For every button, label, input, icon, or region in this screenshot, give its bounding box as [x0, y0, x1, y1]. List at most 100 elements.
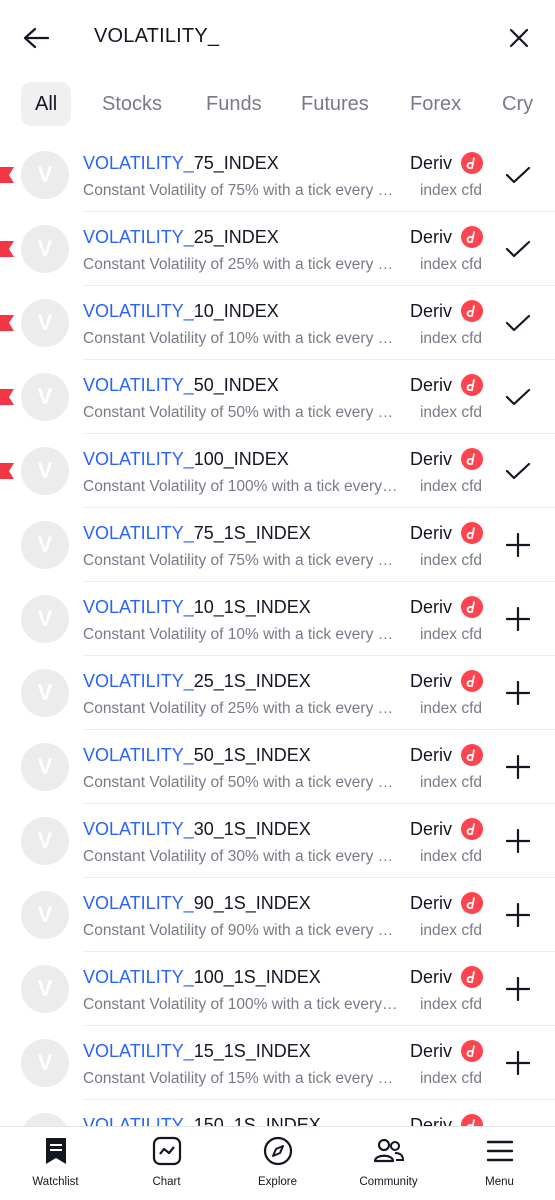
add-to-watchlist-button[interactable] [501, 528, 535, 562]
added-check-button[interactable] [501, 454, 535, 488]
nav-chart[interactable]: Chart [111, 1127, 222, 1200]
result-row[interactable]: VVOLATILITY_150_1S_INDEXDeriv [0, 1100, 555, 1128]
exchange-name: Deriv [410, 671, 453, 691]
symbol-type: index cfd [419, 1070, 482, 1087]
result-row[interactable]: V VOLATILITY_10_1S_INDEX Constant Volatili… [0, 582, 555, 656]
exchange-name: Deriv [410, 597, 453, 617]
nav-label: Menu [485, 1176, 514, 1188]
added-check-button[interactable] [501, 158, 535, 192]
symbol-rest: 25_INDEX [193, 227, 279, 247]
nav-watchlist[interactable]: Watchlist [0, 1127, 111, 1200]
symbol-match: VOLATILITY_ [83, 893, 194, 913]
tab-futures[interactable]: Futures [287, 82, 383, 126]
symbol-match: VOLATILITY_ [83, 819, 194, 839]
add-to-watchlist-button[interactable] [501, 824, 535, 858]
symbol-match: VOLATILITY_ [83, 967, 194, 987]
result-row[interactable]: V VOLATILITY_50_INDEX Constant Volatility … [0, 360, 555, 434]
deriv-logo-icon [461, 1040, 483, 1062]
symbol-rest: 30_1S_INDEX [193, 819, 311, 839]
tab-funds[interactable]: Funds [192, 82, 276, 126]
search-header: VOLATILITY_ [0, 0, 555, 76]
chart-icon [151, 1135, 183, 1167]
symbol-type: index cfd [419, 996, 482, 1013]
symbol-name: VOLATILITY_100_INDEX [83, 449, 289, 470]
added-check-button[interactable] [501, 380, 535, 414]
flag-icon[interactable] [0, 463, 14, 479]
exchange-name: Deriv [410, 227, 453, 247]
symbol-description: Constant Volatility of 75% with a tick e… [83, 552, 398, 569]
plus-icon [506, 903, 530, 927]
add-to-watchlist-button[interactable] [501, 750, 535, 784]
result-row[interactable]: V VOLATILITY_30_1S_INDEX Constant Volatili… [0, 804, 555, 878]
symbol-name: VOLATILITY_10_1S_INDEX [83, 597, 311, 618]
result-row[interactable]: V VOLATILITY_75_1S_INDEX Constant Volatili… [0, 508, 555, 582]
symbol-description: Constant Volatility of 75% with a tick e… [83, 182, 398, 199]
result-row[interactable]: V VOLATILITY_100_1S_INDEX Constant Volatil… [0, 952, 555, 1026]
nav-explore[interactable]: Explore [222, 1127, 333, 1200]
category-tabs: All Stocks Funds Futures Forex Cry [0, 80, 555, 128]
symbol-type: index cfd [419, 182, 482, 199]
symbol-rest: 100_INDEX [193, 449, 289, 469]
result-row[interactable]: V VOLATILITY_25_INDEX Constant Volatility … [0, 212, 555, 286]
search-input[interactable]: VOLATILITY_ [94, 25, 219, 48]
symbol-description: Constant Volatility of 25% with a tick e… [83, 256, 398, 273]
result-row[interactable]: V VOLATILITY_75_INDEX Constant Volatility … [0, 138, 555, 212]
tab-all[interactable]: All [21, 82, 72, 126]
symbol-description: Constant Volatility of 15% with a tick e… [83, 1070, 398, 1087]
tab-forex[interactable]: Forex [396, 82, 475, 126]
symbol-name: VOLATILITY_100_1S_INDEX [83, 967, 321, 988]
flag-icon[interactable] [0, 389, 14, 405]
tab-stocks[interactable]: Stocks [88, 82, 176, 126]
result-row[interactable]: V VOLATILITY_15_1S_INDEX Constant Volatili… [0, 1026, 555, 1100]
symbol-name: VOLATILITY_30_1S_INDEX [83, 819, 311, 840]
symbol-avatar: V [21, 373, 69, 421]
symbol-rest: 10_1S_INDEX [193, 597, 311, 617]
flag-icon[interactable] [0, 315, 14, 331]
add-to-watchlist-button[interactable] [501, 972, 535, 1006]
symbol-rest: 100_1S_INDEX [193, 967, 321, 987]
deriv-logo-icon [461, 300, 483, 322]
flag-icon[interactable] [0, 241, 14, 257]
symbol-rest: 50_1S_INDEX [193, 745, 311, 765]
check-icon [505, 388, 531, 406]
add-to-watchlist-button[interactable] [501, 676, 535, 710]
compass-icon [262, 1135, 294, 1167]
clear-search-button[interactable] [501, 20, 537, 56]
symbol-avatar: V [21, 891, 69, 939]
nav-community[interactable]: Community [333, 1127, 444, 1200]
add-to-watchlist-button[interactable] [501, 602, 535, 636]
symbol-type: index cfd [419, 256, 482, 273]
flag-icon[interactable] [0, 167, 14, 183]
symbol-type: index cfd [419, 774, 482, 791]
symbol-avatar: V [21, 299, 69, 347]
result-row[interactable]: V VOLATILITY_10_INDEX Constant Volatility … [0, 286, 555, 360]
added-check-button[interactable] [501, 306, 535, 340]
result-row[interactable]: V VOLATILITY_90_1S_INDEX Constant Volatili… [0, 878, 555, 952]
result-row[interactable]: V VOLATILITY_25_1S_INDEX Constant Volatili… [0, 656, 555, 730]
symbol-description: Constant Volatility of 10% with a tick e… [83, 330, 398, 347]
nav-menu[interactable]: Menu [444, 1127, 555, 1200]
symbol-rest: 75_1S_INDEX [193, 523, 311, 543]
exchange-name: Deriv [410, 375, 453, 395]
exchange-name: Deriv [410, 1041, 453, 1061]
add-to-watchlist-button[interactable] [501, 898, 535, 932]
symbol-match: VOLATILITY_ [83, 523, 194, 543]
tab-crypto[interactable]: Cry [488, 82, 547, 126]
plus-icon [506, 681, 530, 705]
symbol-type: index cfd [419, 404, 482, 421]
added-check-button[interactable] [501, 232, 535, 266]
symbol-avatar: V [21, 151, 69, 199]
back-button[interactable] [18, 20, 54, 56]
check-icon [505, 314, 531, 332]
add-to-watchlist-button[interactable] [501, 1046, 535, 1080]
result-row[interactable]: V VOLATILITY_100_INDEX Constant Volatility… [0, 434, 555, 508]
plus-icon [506, 829, 530, 853]
exchange-name: Deriv [410, 819, 453, 839]
arrow-left-icon [23, 27, 49, 49]
deriv-logo-icon [461, 596, 483, 618]
result-row[interactable]: V VOLATILITY_50_1S_INDEX Constant Volatili… [0, 730, 555, 804]
symbol-type: index cfd [419, 626, 482, 643]
symbol-avatar: V [21, 225, 69, 273]
deriv-logo-icon [461, 374, 483, 396]
deriv-logo-icon [461, 522, 483, 544]
